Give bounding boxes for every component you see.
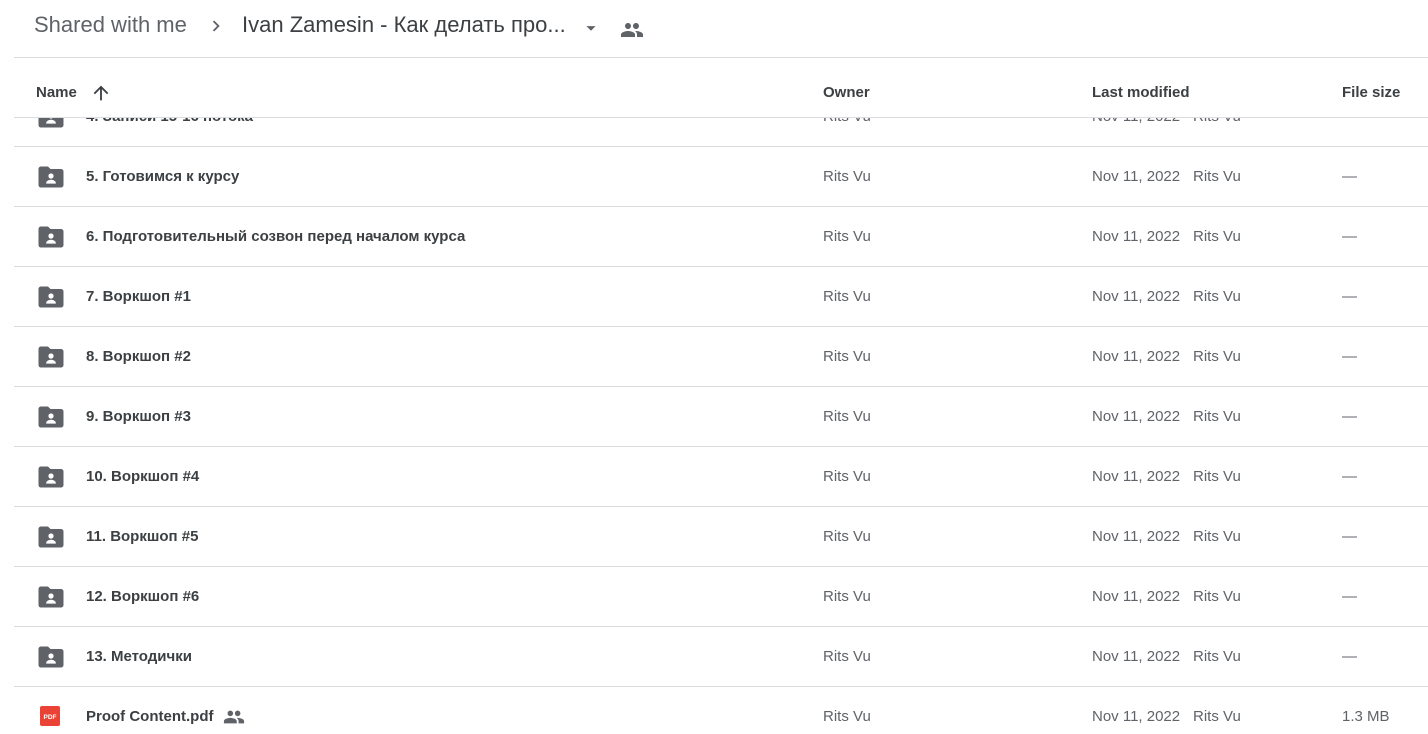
column-header-last-modified[interactable]: Last modified — [1092, 84, 1190, 101]
file-size: — — [1342, 348, 1357, 365]
file-owner: Rits Vu — [823, 288, 871, 305]
file-size: — — [1342, 168, 1357, 185]
table-row[interactable]: 11. Воркшоп #5 Rits Vu Nov 11, 2022 Rits Vu… — [14, 507, 1428, 567]
file-last-modified: Nov 11, 2022 — [1092, 348, 1181, 365]
table-top-divider — [14, 117, 1428, 118]
file-last-modified: Nov 11, 2022 — [1092, 468, 1181, 485]
file-last-modified: Nov 11, 2022 — [1092, 528, 1181, 545]
file-modified-by: Rits Vu — [1193, 228, 1241, 245]
file-owner: Rits Vu — [823, 228, 871, 245]
file-modified-by: Rits Vu — [1193, 468, 1241, 485]
shared-folder-icon — [38, 165, 64, 189]
file-modified-by: Rits Vu — [1193, 408, 1241, 425]
people-icon — [621, 23, 643, 37]
file-size: — — [1342, 118, 1357, 125]
file-modified-by: Rits Vu — [1193, 348, 1241, 365]
table-row[interactable]: 5. Готовимся к курсу Rits Vu Nov 11, 2022 R… — [14, 147, 1428, 207]
people-icon — [223, 706, 245, 728]
file-size: 1.3 MB — [1342, 708, 1390, 725]
file-owner: Rits Vu — [823, 468, 871, 485]
table-row[interactable]: 13. Методички Rits Vu Nov 11, 2022 Rits Vu — — [14, 627, 1428, 687]
table-row[interactable]: 4. Записи 15-16 потока Rits Vu Nov 11, 202… — [14, 118, 1428, 147]
file-size: — — [1342, 228, 1357, 245]
shared-folder-icon — [38, 405, 64, 429]
file-size: — — [1342, 288, 1357, 305]
file-name: 7. Воркшоп #1 — [86, 288, 191, 305]
shared-folder-icon — [38, 118, 64, 129]
file-owner: Rits Vu — [823, 168, 871, 185]
file-size: — — [1342, 648, 1357, 665]
file-size: — — [1342, 468, 1357, 485]
file-owner: Rits Vu — [823, 648, 871, 665]
column-header-file-size[interactable]: File size — [1342, 84, 1400, 101]
table-row[interactable]: 10. Воркшоп #4 Rits Vu Nov 11, 2022 Rits Vu… — [14, 447, 1428, 507]
file-last-modified: Nov 11, 2022 — [1092, 228, 1181, 245]
table-row[interactable]: 6. Подготовительный созвон перед началом… — [14, 207, 1428, 267]
file-owner: Rits Vu — [823, 348, 871, 365]
shared-folder-icon — [38, 465, 64, 489]
file-last-modified: Nov 11, 2022 — [1092, 118, 1180, 125]
file-owner: Rits Vu — [823, 708, 871, 725]
svg-text:PDF: PDF — [44, 714, 57, 721]
table-row[interactable]: 9. Воркшоп #3 Rits Vu Nov 11, 2022 Rits Vu — — [14, 387, 1428, 447]
file-name: 5. Готовимся к курсу — [86, 168, 240, 185]
file-name: 4. Записи 15-16 потока — [86, 118, 253, 125]
breadcrumb-current-folder[interactable]: Ivan Zamesin - Как делать про... — [242, 12, 566, 38]
table-row[interactable]: 8. Воркшоп #2 Rits Vu Nov 11, 2022 Rits Vu — — [14, 327, 1428, 387]
file-name: 8. Воркшоп #2 — [86, 348, 191, 365]
pdf-file-icon: PDF — [38, 705, 64, 729]
file-size: — — [1342, 528, 1357, 545]
file-modified-by: Rits Vu — [1193, 168, 1241, 185]
arrow-upward-icon[interactable] — [90, 82, 112, 104]
file-name: 6. Подготовительный созвон перед началом… — [86, 228, 466, 245]
table-row[interactable]: PDF Proof Content.pdf Rits Vu Nov 11, 2022 R… — [14, 687, 1428, 734]
file-modified-by: Rits Vu — [1193, 288, 1241, 305]
table-row[interactable]: 7. Воркшоп #1 Rits Vu Nov 11, 2022 Rits Vu — — [14, 267, 1428, 327]
file-name: Proof Content.pdf — [86, 708, 214, 725]
shared-folder-icon — [38, 225, 64, 249]
breadcrumb: Shared with me Ivan Zamesin - Как делать… — [0, 0, 1428, 57]
file-last-modified: Nov 11, 2022 — [1092, 648, 1181, 665]
file-name: 9. Воркшоп #3 — [86, 408, 191, 425]
column-header-row: Name Owner Last modified File size — [0, 58, 1428, 118]
file-list[interactable]: 4. Записи 15-16 потока Rits Vu Nov 11, 202… — [14, 118, 1428, 734]
file-last-modified: Nov 11, 2022 — [1092, 708, 1181, 725]
column-header-owner[interactable]: Owner — [823, 84, 870, 101]
file-size: — — [1342, 588, 1357, 605]
file-modified-by: Rits Vu — [1193, 708, 1241, 725]
column-header-name[interactable]: Name — [36, 84, 77, 101]
file-modified-by: Rits Vu — [1193, 648, 1241, 665]
file-owner: Rits Vu — [823, 408, 871, 425]
file-owner: Rits Vu — [823, 528, 871, 545]
file-name: 11. Воркшоп #5 — [86, 528, 199, 545]
file-name: 10. Воркшоп #4 — [86, 468, 200, 485]
file-last-modified: Nov 11, 2022 — [1092, 288, 1181, 305]
file-name: 13. Методички — [86, 648, 192, 665]
arrow-drop-down-icon[interactable] — [580, 17, 602, 39]
file-size: — — [1342, 408, 1357, 425]
breadcrumb-shared-with-me[interactable]: Shared with me — [34, 12, 187, 38]
file-last-modified: Nov 11, 2022 — [1092, 168, 1181, 185]
file-owner: Rits Vu — [823, 118, 871, 125]
file-last-modified: Nov 11, 2022 — [1092, 408, 1181, 425]
file-modified-by: Rits Vu — [1193, 118, 1241, 125]
shared-folder-icon — [38, 345, 64, 369]
shared-folder-icon — [38, 645, 64, 669]
file-name: 12. Воркшоп #6 — [86, 588, 200, 605]
file-last-modified: Nov 11, 2022 — [1092, 588, 1181, 605]
table-row[interactable]: 12. Воркшоп #6 Rits Vu Nov 11, 2022 Rits Vu… — [14, 567, 1428, 627]
shared-folder-icon — [38, 585, 64, 609]
file-owner: Rits Vu — [823, 588, 871, 605]
shared-folder-icon — [38, 525, 64, 549]
file-modified-by: Rits Vu — [1193, 588, 1241, 605]
file-modified-by: Rits Vu — [1193, 528, 1241, 545]
chevron-right-icon — [212, 20, 220, 32]
shared-folder-icon — [38, 285, 64, 309]
